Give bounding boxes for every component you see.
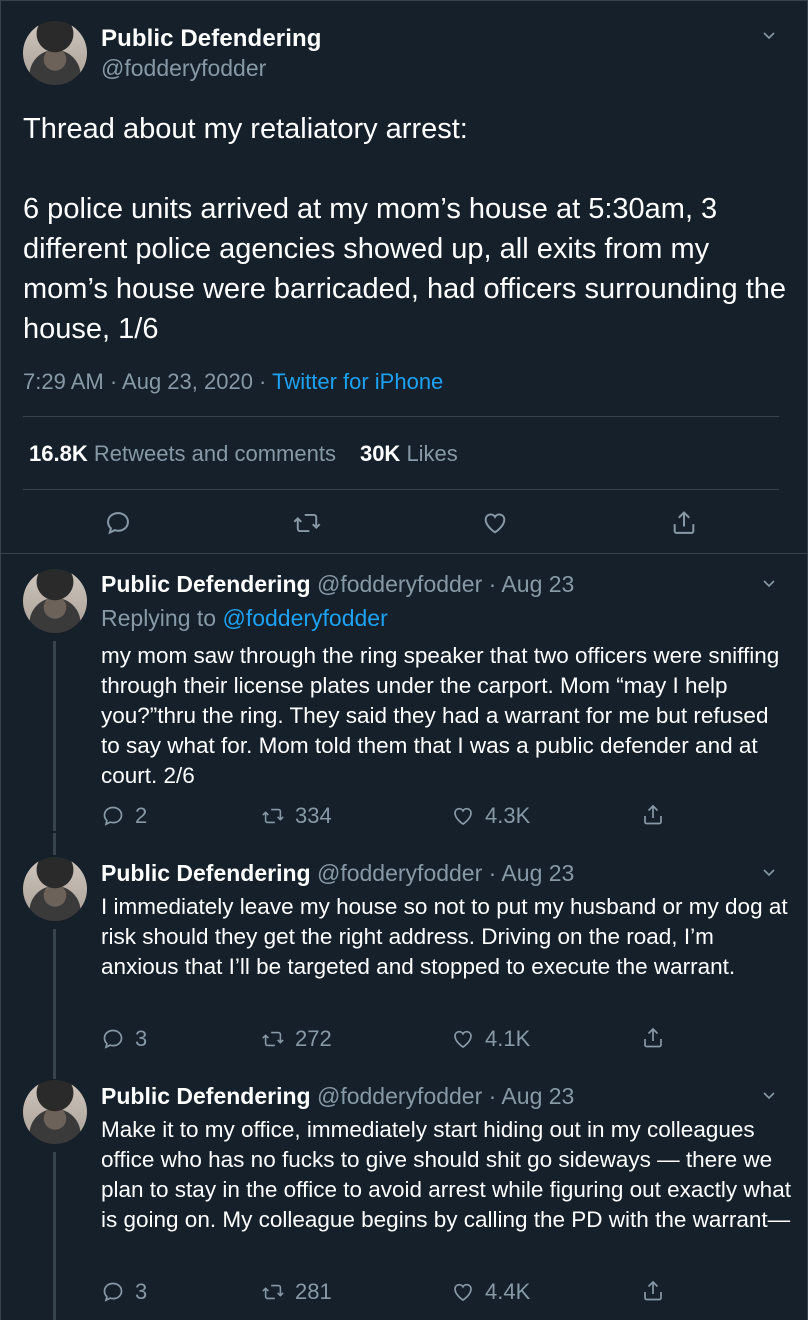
like-button[interactable]: 4.4K — [451, 1279, 530, 1305]
share-button[interactable] — [641, 1026, 665, 1050]
retweet-icon — [262, 1031, 284, 1047]
retweet-button[interactable]: 334 — [261, 803, 332, 829]
tweet-time[interactable]: 7:29 AM · Aug 23, 2020 · — [23, 369, 272, 394]
like-count: 4.3K — [485, 803, 531, 828]
avatar[interactable] — [23, 857, 87, 921]
retweet-count: 334 — [295, 803, 332, 828]
author-meta[interactable]: @fodderyfodder · Aug 23 — [311, 860, 574, 886]
retweets-stat[interactable]: 16.8K Retweets and comments — [29, 441, 336, 466]
author-name[interactable]: Public Defendering — [101, 25, 322, 53]
replying-to: Replying to @fodderyfodder — [101, 605, 388, 632]
share-icon — [644, 1027, 662, 1048]
tweet-actions: 3 272 4.1K — [101, 1026, 681, 1054]
heart-icon — [454, 1283, 472, 1302]
thread-connector — [53, 833, 56, 855]
divider — [23, 489, 779, 490]
retweet-count: 272 — [295, 1026, 332, 1051]
reply-icon — [103, 1029, 123, 1049]
reply-button[interactable]: 3 — [101, 1026, 147, 1052]
retweet-button[interactable]: 281 — [261, 1279, 332, 1305]
reply-header: Public Defendering @fodderyfodder · Aug … — [101, 860, 574, 887]
replying-prefix: Replying to — [101, 605, 223, 631]
like-button[interactable]: 4.1K — [451, 1026, 530, 1052]
author-handle[interactable]: @fodderyfodder — [101, 55, 266, 82]
thread-connector — [53, 641, 56, 831]
chevron-down-icon[interactable] — [761, 27, 777, 43]
avatar[interactable] — [23, 1080, 87, 1144]
retweet-button[interactable]: 272 — [261, 1026, 332, 1052]
reply-icon — [103, 1282, 123, 1302]
retweet-icon — [262, 1284, 284, 1300]
chevron-down-icon[interactable] — [761, 575, 777, 591]
tweet-stats: 16.8K Retweets and comments 30K Likes — [29, 441, 458, 467]
share-button[interactable] — [641, 1279, 665, 1303]
tweet-source-link[interactable]: Twitter for iPhone — [272, 369, 443, 394]
like-count: 4.1K — [485, 1026, 531, 1051]
reply-button[interactable]: 3 — [101, 1279, 147, 1305]
chevron-down-icon[interactable] — [761, 1087, 777, 1103]
like-button[interactable]: 4.3K — [451, 803, 530, 829]
author-meta[interactable]: @fodderyfodder · Aug 23 — [311, 571, 574, 597]
retweets-count: 16.8K — [29, 441, 88, 466]
heart-icon — [454, 1030, 472, 1049]
share-icon[interactable] — [670, 509, 698, 537]
reply-header: Public Defendering @fodderyfodder · Aug … — [101, 1083, 574, 1110]
author-meta[interactable]: @fodderyfodder · Aug 23 — [311, 1083, 574, 1109]
tweet-text: my mom saw through the ring speaker that… — [101, 643, 780, 788]
retweet-count: 281 — [295, 1279, 332, 1304]
heart-icon — [454, 807, 472, 826]
reply-button[interactable]: 2 — [101, 803, 147, 829]
retweets-label: Retweets and comments — [93, 441, 336, 466]
like-count: 4.4K — [485, 1279, 531, 1304]
divider — [23, 416, 779, 417]
tweet-timestamp: 7:29 AM · Aug 23, 2020 · Twitter for iPh… — [23, 369, 443, 395]
likes-count: 30K — [359, 441, 401, 466]
reply-header: Public Defendering @fodderyfodder · Aug … — [101, 571, 574, 598]
likes-label: Likes — [406, 441, 458, 466]
reply-icon — [103, 806, 123, 826]
retweet-icon[interactable] — [292, 509, 322, 537]
heart-icon[interactable] — [481, 509, 509, 537]
mention-link[interactable]: @fodderyfodder — [222, 605, 387, 631]
retweet-icon — [262, 808, 284, 824]
author-name[interactable]: Public Defendering — [101, 1083, 311, 1109]
tweet-text: Make it to my office, immediately start … — [101, 1117, 791, 1232]
tweet-text: Thread about my retaliatory arrest: 6 po… — [23, 113, 787, 345]
likes-stat[interactable]: 30K Likes — [360, 441, 458, 466]
tweet-thread: Public Defendering @fodderyfodder Thread… — [0, 0, 808, 1320]
share-button[interactable] — [641, 803, 665, 827]
tweet-actions: 3 281 4.4K — [101, 1279, 681, 1307]
avatar[interactable] — [23, 569, 87, 633]
avatar[interactable] — [23, 21, 87, 85]
tweet-separator — [1, 553, 808, 554]
author-name[interactable]: Public Defendering — [101, 860, 311, 886]
chevron-down-icon[interactable] — [761, 864, 777, 880]
reply-icon[interactable] — [104, 509, 132, 537]
reply-count: 2 — [135, 803, 148, 828]
thread-connector — [53, 1152, 56, 1320]
thread-connector — [53, 929, 56, 1079]
share-icon — [644, 1280, 662, 1301]
tweet-actions: 2 334 4.3K — [101, 803, 681, 831]
reply-count: 3 — [135, 1279, 148, 1304]
tweet-text: I immediately leave my house so not to p… — [101, 894, 788, 979]
tweet-actions — [1, 507, 808, 539]
reply-count: 3 — [135, 1026, 148, 1051]
share-icon — [644, 804, 662, 825]
author-name[interactable]: Public Defendering — [101, 571, 311, 597]
